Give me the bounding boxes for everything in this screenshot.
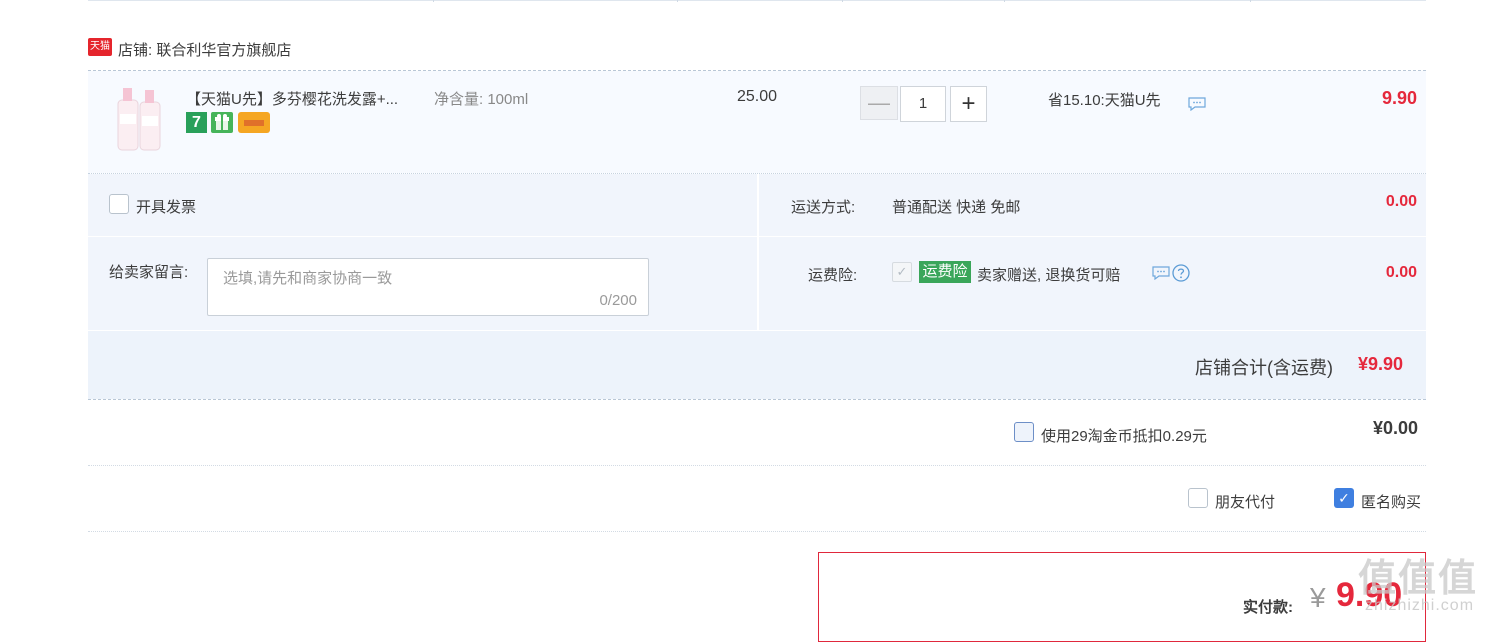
column-divider (1004, 0, 1005, 2)
help-question-icon[interactable] (1172, 264, 1190, 282)
column-divider (842, 0, 843, 2)
shipping-method-label: 运送方式: (791, 199, 856, 216)
quantity-increase-button[interactable]: + (950, 86, 987, 122)
top-divider (88, 0, 1426, 1)
currency-symbol: ¥ (1310, 582, 1326, 613)
friend-pay-checkbox[interactable] (1188, 488, 1208, 508)
shipping-insurance-checkbox: ✓ (892, 262, 912, 282)
row-divider (88, 465, 1426, 466)
watermark-logo: 值值值 (1358, 558, 1479, 600)
tmall-logo-icon: 天猫 (88, 38, 112, 56)
seven-day-return-icon[interactable]: 7 (186, 112, 207, 133)
invoice-checkbox[interactable] (109, 194, 129, 214)
shipping-insurance-fee: 0.00 (1385, 264, 1417, 281)
product-title-link[interactable]: 【天猫U先】多芬樱花洗发露+... (186, 88, 398, 109)
taobao-coin-discount: ¥0.00 (1372, 418, 1418, 438)
column-divider (1250, 0, 1251, 2)
credit-card-icon[interactable] (238, 112, 270, 133)
shipping-insurance-badge: 运费险 (919, 261, 971, 283)
shipping-fee: 0.00 (1385, 193, 1417, 210)
chat-bubble-icon[interactable] (1188, 97, 1206, 111)
watermark-url: zhizhizhi.com (1365, 597, 1475, 614)
friend-pay-label[interactable]: 朋友代付 (1215, 491, 1275, 512)
actual-payment-label: 实付款: (1243, 599, 1293, 616)
anonymous-purchase-label[interactable]: 匿名购买 (1361, 491, 1421, 512)
taobao-coin-label[interactable]: 使用29淘金币抵扣0.29元 (1041, 425, 1207, 446)
shop-subtotal-value: ¥9.90 (1358, 354, 1404, 374)
shipping-insurance-description: 卖家赠送, 退换货可赔 (977, 267, 1121, 284)
column-divider (433, 0, 434, 2)
invoice-label[interactable]: 开具发票 (136, 196, 196, 217)
unit-price: 25.00 (737, 88, 778, 105)
quantity-input[interactable]: 1 (900, 86, 946, 122)
discount-text: 省15.10:天猫U先 (1048, 92, 1161, 109)
seller-message-label: 给卖家留言: (109, 264, 189, 281)
product-spec: 净含量: 100ml (434, 91, 529, 108)
seller-message-placeholder: 选填,请先和商家协商一致 (223, 270, 393, 287)
column-divider (677, 0, 678, 2)
chat-bubble-icon[interactable] (1152, 266, 1170, 280)
shipping-insurance-label: 运费险: (808, 267, 858, 284)
payment-summary-box (818, 552, 1426, 642)
panel-divider (88, 236, 1426, 237)
section-divider (88, 399, 1426, 400)
row-divider (88, 531, 1426, 532)
shop-subtotal-label: 店铺合计(含运费) (1195, 358, 1333, 378)
character-counter: 0/200 (599, 292, 637, 309)
quantity-decrease-button[interactable]: — (860, 86, 898, 120)
order-item-row (88, 71, 1426, 173)
shop-name[interactable]: 店铺: 联合利华官方旗舰店 (118, 39, 291, 60)
shipping-method-value: 普通配送 快递 免邮 (892, 199, 1021, 216)
taobao-coin-checkbox[interactable] (1014, 422, 1034, 442)
item-subtotal: 9.90 (1381, 88, 1417, 108)
anonymous-purchase-checkbox[interactable]: ✓ (1334, 488, 1354, 508)
product-thumbnail[interactable] (110, 84, 166, 154)
gift-icon[interactable] (211, 112, 233, 133)
